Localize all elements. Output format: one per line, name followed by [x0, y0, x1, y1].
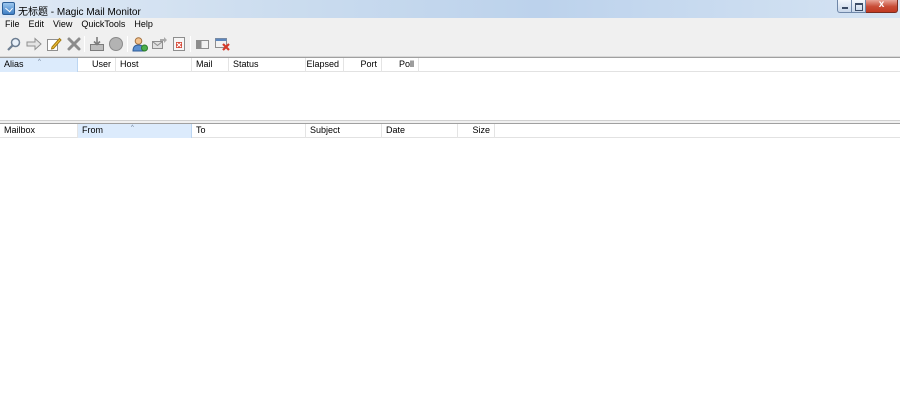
mail-send-icon[interactable] — [151, 36, 167, 52]
minimize-button[interactable] — [837, 0, 852, 13]
column-date[interactable]: Date — [382, 124, 458, 138]
window-controls: x — [837, 0, 898, 13]
column-mailbox[interactable]: Mailbox — [0, 124, 78, 138]
column-size[interactable]: Size — [458, 124, 495, 138]
column-alias[interactable]: Alias ^ — [0, 58, 78, 72]
mail-monitor-app-icon[interactable] — [2, 2, 15, 15]
toolbar-separator — [84, 36, 85, 52]
column-status[interactable]: Status — [229, 58, 306, 72]
find-icon[interactable] — [6, 36, 22, 52]
menu-view[interactable]: View — [48, 18, 76, 31]
column-subject[interactable]: Subject — [306, 124, 382, 138]
column-port[interactable]: Port — [344, 58, 382, 72]
inbox-tray-icon[interactable] — [89, 36, 105, 52]
toolbar-separator — [127, 36, 128, 52]
app-window: 无标题 - Magic Mail Monitor x File Edit Vie… — [0, 0, 900, 404]
sort-ascending-icon: ^ — [38, 59, 41, 65]
stop-circle-icon[interactable] — [108, 36, 124, 52]
title-bar[interactable]: 无标题 - Magic Mail Monitor x — [0, 0, 900, 18]
close-button[interactable]: x — [866, 0, 898, 13]
column-elapsed[interactable]: Elapsed — [306, 58, 344, 72]
column-user[interactable]: User — [78, 58, 116, 72]
toolbar — [0, 31, 900, 57]
maximize-button[interactable] — [852, 0, 866, 13]
toolbar-separator — [190, 36, 191, 52]
column-host[interactable]: Host — [116, 58, 192, 72]
close-window-icon[interactable] — [214, 36, 230, 52]
accounts-list[interactable]: Alias ^ User Host Mail Status Elapsed Po… — [0, 57, 900, 120]
menu-file[interactable]: File — [0, 18, 24, 31]
forward-arrow-icon[interactable] — [26, 36, 42, 52]
edit-pencil-icon[interactable] — [46, 36, 62, 52]
menu-help[interactable]: Help — [129, 18, 157, 31]
menu-quicktools[interactable]: QuickTools — [76, 18, 129, 31]
accounts-header: Alias ^ User Host Mail Status Elapsed Po… — [0, 58, 900, 72]
messages-list[interactable]: Mailbox From ^ To Subject Date Size — [0, 124, 900, 404]
menu-bar: File Edit View QuickTools Help — [0, 18, 900, 31]
preview-pane-icon[interactable] — [195, 36, 211, 52]
column-mail[interactable]: Mail — [192, 58, 229, 72]
close-icon: x — [878, 0, 885, 10]
sort-ascending-icon: ^ — [131, 125, 134, 131]
column-from[interactable]: From ^ — [78, 124, 192, 138]
column-to[interactable]: To — [192, 124, 306, 138]
delete-x-icon[interactable] — [66, 36, 82, 52]
user-icon[interactable] — [132, 36, 148, 52]
page-delete-icon[interactable] — [171, 36, 187, 52]
messages-header: Mailbox From ^ To Subject Date Size — [0, 124, 900, 138]
window-title: 无标题 - Magic Mail Monitor — [18, 7, 141, 18]
menu-edit[interactable]: Edit — [24, 18, 49, 31]
column-poll[interactable]: Poll — [382, 58, 419, 72]
